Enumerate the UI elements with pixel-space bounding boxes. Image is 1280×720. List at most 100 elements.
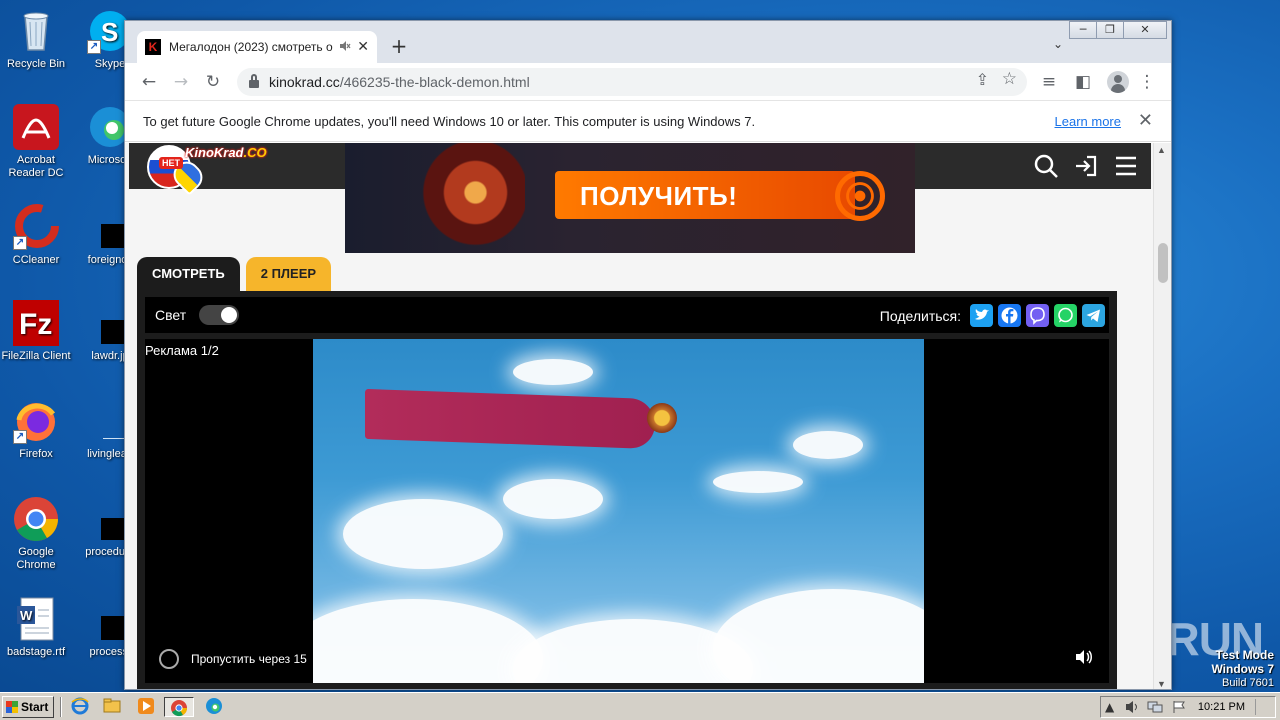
learn-more-link[interactable]: Learn more bbox=[1055, 114, 1121, 129]
chrome-icon bbox=[13, 496, 59, 542]
desktop-icon-chrome[interactable]: Google Chrome bbox=[0, 496, 72, 572]
search-icon[interactable] bbox=[1033, 153, 1059, 179]
flag-tray-icon[interactable] bbox=[1171, 700, 1187, 717]
site-logo[interactable]: НЕТ KinoKrad.CO bbox=[147, 143, 287, 196]
desktop-icon-firefox[interactable]: ↗ Firefox bbox=[0, 398, 72, 461]
reload-icon[interactable]: ↻ bbox=[201, 70, 225, 94]
hamburger-menu-icon[interactable] bbox=[1113, 153, 1139, 179]
target-icon bbox=[835, 171, 885, 221]
telegram-icon[interactable] bbox=[1082, 304, 1105, 327]
viber-icon[interactable] bbox=[1026, 304, 1049, 327]
show-desktop-button[interactable] bbox=[1255, 699, 1271, 715]
tab-player-2[interactable]: 2 ПЛЕЕР bbox=[245, 257, 332, 291]
tab-watch[interactable]: СМОТРЕТЬ bbox=[137, 257, 240, 291]
clock[interactable]: 10:21 PM bbox=[1198, 701, 1245, 713]
start-button[interactable]: Start bbox=[2, 696, 54, 718]
video-area[interactable]: Реклама 1/2 Пропустить через 15 bbox=[145, 339, 1109, 683]
restore-button[interactable]: ❐ bbox=[1096, 21, 1124, 39]
volume-tray-icon[interactable] bbox=[1125, 700, 1141, 717]
desktop-icon-acrobat[interactable]: Acrobat Reader DC bbox=[0, 104, 72, 180]
cloud bbox=[713, 589, 924, 683]
desktop-icon-filezilla[interactable]: Fz FileZilla Client bbox=[0, 300, 72, 363]
minimize-button[interactable]: ─ bbox=[1069, 21, 1097, 39]
chrome-taskbar-icon[interactable] bbox=[164, 697, 194, 717]
desktop-icon-recycle-bin[interactable]: Recycle Bin bbox=[0, 8, 72, 71]
desktop-icon-label: Acrobat Reader DC bbox=[8, 154, 64, 179]
light-label: Свет bbox=[155, 307, 187, 323]
infobar-close-icon[interactable]: ✕ bbox=[1138, 110, 1153, 131]
window-controls: ─ ❐ ✕ bbox=[1069, 21, 1167, 39]
back-arrow-icon[interactable]: ← bbox=[137, 70, 161, 94]
cloud bbox=[313, 599, 543, 683]
logo-tld: .CO bbox=[243, 145, 267, 160]
ie-icon[interactable] bbox=[70, 697, 90, 717]
url-host: kinokrad.cc bbox=[269, 74, 340, 90]
word-doc-icon: W bbox=[13, 596, 59, 642]
url-text[interactable]: kinokrad.cc/466235-the-black-demon.html bbox=[269, 74, 530, 90]
flying-hero-cape bbox=[365, 388, 655, 450]
scroll-thumb[interactable] bbox=[1158, 243, 1168, 283]
desktop-icon-label: FileZilla Client bbox=[1, 350, 71, 362]
page-scrollbar[interactable]: ▲ ▼ bbox=[1153, 143, 1171, 689]
speaker-muted-icon[interactable] bbox=[339, 40, 351, 55]
svg-text:Fz: Fz bbox=[19, 308, 52, 341]
lock-icon[interactable] bbox=[249, 74, 259, 88]
windows-version-line: Windows 7 bbox=[1211, 662, 1274, 676]
tab-search-icon[interactable]: ⌄ bbox=[1053, 37, 1063, 51]
acrobat-icon bbox=[13, 104, 59, 150]
desktop-icon-ccleaner[interactable]: ↗ CCleaner bbox=[0, 204, 72, 267]
desktop-icon-badstage[interactable]: W badstage.rtf bbox=[0, 596, 72, 659]
browser-window: K Мегалодон (2023) смотреть о ✕ + ⌄ ─ ❐ … bbox=[124, 20, 1172, 690]
player-tabs: СМОТРЕТЬ 2 ПЛЕЕР bbox=[137, 257, 332, 291]
close-window-button[interactable]: ✕ bbox=[1123, 21, 1167, 39]
facebook-icon[interactable] bbox=[998, 304, 1021, 327]
title-bar: K Мегалодон (2023) смотреть о ✕ + ⌄ ─ ❐ … bbox=[125, 21, 1171, 63]
skip-label: Пропустить через 15 bbox=[191, 652, 307, 666]
profile-avatar-icon[interactable] bbox=[1107, 71, 1129, 93]
network-tray-icon[interactable] bbox=[1147, 700, 1163, 717]
tab-close-icon[interactable]: ✕ bbox=[357, 39, 369, 55]
skip-ad-button[interactable]: Пропустить через 15 bbox=[159, 649, 307, 669]
filezilla-icon: Fz bbox=[13, 300, 59, 346]
logo-name: KinoKrad bbox=[185, 145, 244, 160]
bookmark-star-icon[interactable]: ☆ bbox=[1002, 69, 1017, 89]
side-panel-icon[interactable]: ◧ bbox=[1071, 70, 1095, 94]
address-bar[interactable]: kinokrad.cc/466235-the-black-demon.html … bbox=[237, 68, 1027, 96]
tray-expand-icon[interactable]: ▲ bbox=[1105, 700, 1114, 714]
desktop-icon-label: Google Chrome bbox=[16, 546, 56, 571]
build-line: Build 7601 bbox=[1222, 677, 1274, 689]
banner-character-image bbox=[415, 143, 525, 253]
scroll-up-arrow-icon[interactable]: ▲ bbox=[1157, 145, 1166, 155]
new-tab-button[interactable]: + bbox=[387, 35, 411, 59]
taskbar: Start ▲ 10:21 PM bbox=[0, 692, 1280, 720]
volume-icon[interactable] bbox=[1075, 649, 1093, 669]
ad-video-frame[interactable] bbox=[313, 339, 924, 683]
logo-text: KinoKrad.CO bbox=[185, 145, 267, 160]
login-icon[interactable] bbox=[1073, 153, 1099, 179]
twitter-icon[interactable] bbox=[970, 304, 993, 327]
light-toggle[interactable] bbox=[199, 305, 239, 325]
ccleaner-icon: ↗ bbox=[13, 204, 59, 250]
media-player-icon[interactable] bbox=[136, 697, 156, 717]
share-icon[interactable]: ⇪ bbox=[976, 70, 989, 89]
scroll-down-arrow-icon[interactable]: ▼ bbox=[1157, 679, 1166, 689]
firefox-icon: ↗ bbox=[13, 398, 59, 444]
desktop-icon-label: CCleaner bbox=[12, 254, 60, 266]
forward-arrow-icon[interactable]: → bbox=[169, 70, 193, 94]
edge-taskbar-icon[interactable] bbox=[204, 697, 224, 717]
tab-title: Мегалодон (2023) смотреть о bbox=[169, 40, 333, 54]
explorer-icon[interactable] bbox=[102, 697, 122, 717]
browser-tab[interactable]: K Мегалодон (2023) смотреть о ✕ bbox=[137, 31, 377, 63]
desktop-icon-label: Recycle Bin bbox=[6, 58, 66, 70]
desktop-icon-label: Firefox bbox=[19, 448, 53, 460]
url-path: /466235-the-black-demon.html bbox=[339, 74, 530, 90]
media-control-icon[interactable]: ≡ bbox=[1037, 70, 1061, 94]
svg-text:S: S bbox=[101, 17, 118, 47]
windows-flag-icon bbox=[6, 701, 18, 713]
chrome-menu-icon[interactable]: ⋮ bbox=[1135, 70, 1159, 94]
whatsapp-icon[interactable] bbox=[1054, 304, 1077, 327]
ad-banner[interactable]: ПОЛУЧИТЬ! bbox=[345, 143, 915, 253]
test-mode-line: Test Mode bbox=[1215, 648, 1274, 662]
cloud bbox=[343, 499, 503, 569]
toggle-knob bbox=[221, 307, 237, 323]
